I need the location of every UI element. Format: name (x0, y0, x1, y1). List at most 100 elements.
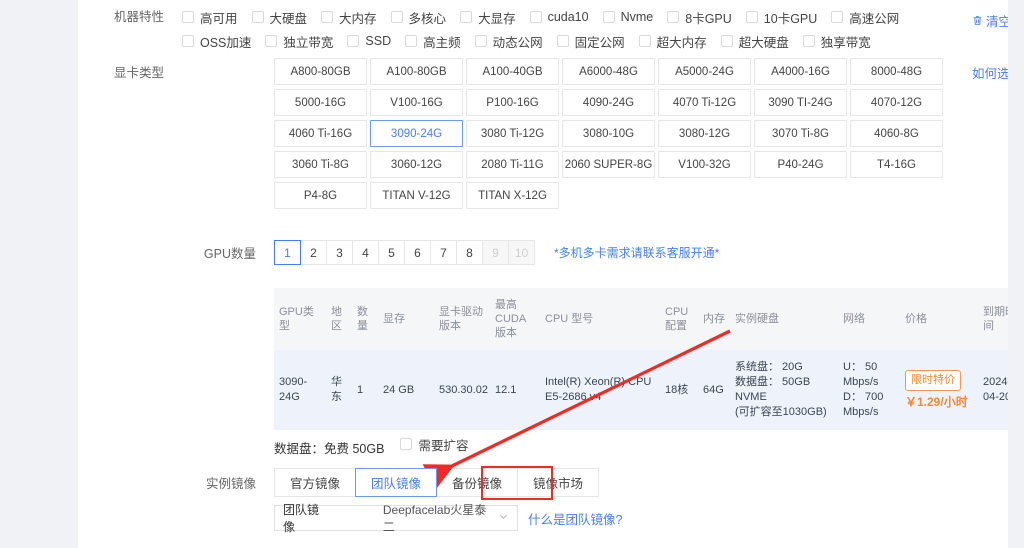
th-cpu-config: CPU配置 (660, 288, 698, 350)
checkbox-label: 高主频 (423, 35, 461, 50)
gpu-type-option[interactable]: A100-40GB (466, 58, 559, 85)
feature-checkbox-2-3[interactable]: 高主频 (405, 32, 461, 50)
feature-checkbox-2-6[interactable]: 超大内存 (638, 32, 707, 50)
gpu-type-option[interactable]: 2060 SUPER-8G (562, 151, 655, 178)
trash-icon (972, 15, 983, 26)
instance-image-tab[interactable]: 镜像市场 (517, 468, 600, 497)
gpu-count-option[interactable]: 4 (352, 240, 379, 265)
checkbox-box-icon (321, 11, 334, 23)
right-gutter (1008, 0, 1024, 548)
checkbox-box-icon (390, 11, 403, 23)
gpu-type-option[interactable]: 3090 TI-24G (754, 89, 847, 116)
th-region: 地区 (326, 288, 352, 350)
need-expand-checkbox[interactable]: 需要扩容 (400, 435, 468, 453)
gpu-type-option[interactable]: 4070 Ti-12G (658, 89, 751, 116)
checkbox-box-icon (667, 11, 680, 23)
gpu-count-option[interactable]: 8 (456, 240, 483, 265)
feature-checkbox-4[interactable]: 大显存 (460, 8, 516, 26)
feature-checkbox-7[interactable]: 8卡GPU (667, 8, 732, 26)
gpu-type-option[interactable]: P100-16G (466, 89, 559, 116)
gpu-type-option[interactable]: 2080 Ti-11G (466, 151, 559, 178)
gpu-type-option[interactable]: TITAN V-12G (370, 182, 463, 209)
chevron-down-icon (498, 511, 509, 525)
feature-checkbox-2-5[interactable]: 固定公网 (556, 32, 625, 50)
feature-checkbox-2-1[interactable]: 独立带宽 (265, 32, 333, 50)
checkbox-label: 多核心 (408, 11, 447, 26)
gpu-type-option[interactable]: P40-24G (754, 151, 847, 178)
gpu-type-option[interactable]: A100-80GB (370, 58, 463, 85)
gpu-count-option[interactable]: 3 (326, 240, 353, 265)
disk-expand-text: (可扩容至1030GB) (735, 406, 827, 418)
feature-checkbox-1[interactable]: 大硬盘 (251, 8, 307, 26)
instance-image-tab[interactable]: 备份镜像 (436, 468, 519, 497)
gpu-count-option[interactable]: 7 (430, 240, 457, 265)
gpu-type-card-grid: A800-80GB A100-80GB A100-40GB A6000-48G A500… (274, 58, 946, 213)
gpu-type-option[interactable]: 3070 Ti-8G (754, 120, 847, 147)
image-select-row: 团队镜像 Deepfacelab火星泰二 什么是团队镜像? (274, 503, 622, 534)
feature-checkbox-2-7[interactable]: 超大硬盘 (720, 32, 789, 50)
gpu-count-option[interactable]: 2 (300, 240, 327, 265)
feature-checkbox-2-0[interactable]: OSS加速 (182, 32, 251, 50)
gpu-type-option[interactable]: 8000-48G (850, 58, 943, 85)
gpu-type-option[interactable]: 4070-12G (850, 89, 943, 116)
gpu-type-option[interactable]: P4-8G (274, 182, 367, 209)
gpu-type-option[interactable]: V100-32G (658, 151, 751, 178)
feature-checkbox-9[interactable]: 高速公网 (831, 8, 899, 26)
feature-checkbox-2-8[interactable]: 独享带宽 (802, 32, 871, 50)
feature-checkbox-2-2[interactable]: SSD (347, 32, 391, 50)
gpu-count-option[interactable]: 5 (378, 240, 405, 265)
checkbox-box-icon (720, 35, 733, 47)
gpu-count-row: GPU数量 1 2 3 4 5 6 7 8 9 10 *多机多卡需求请联系客服开通* (182, 240, 719, 265)
data-disk-line: 数据盘：免费 50GB 需要扩容 (274, 435, 482, 459)
feature-checkbox-2[interactable]: 大内存 (321, 8, 377, 26)
feature-checkbox-6[interactable]: Nvme (602, 8, 654, 26)
instance-image-tab[interactable]: 团队镜像 (355, 468, 438, 497)
table-row[interactable]: 3090-24G 华东 1 24 GB 530.30.02 12.1 Intel… (274, 350, 1024, 430)
checkbox-label: 动态公网 (492, 35, 543, 50)
feature-checkbox-5[interactable]: cuda10 (529, 8, 589, 26)
clear-filters-button[interactable]: 清空 (972, 11, 1011, 30)
feature-checkbox-8[interactable]: 10卡GPU (745, 8, 817, 26)
checkbox-label: 高速公网 (849, 11, 900, 26)
gpu-type-option[interactable]: 3080-12G (658, 120, 751, 147)
gpu-count-option[interactable]: 1 (274, 240, 301, 265)
gpu-type-option[interactable]: 3080 Ti-12G (466, 120, 559, 147)
gpu-type-option[interactable]: 4060 Ti-16G (274, 120, 367, 147)
team-image-select[interactable]: 团队镜像 Deepfacelab火星泰二 (274, 503, 518, 534)
feature-checkbox-0[interactable]: 高可用 (182, 8, 238, 26)
th-cpu-model: CPU 型号 (540, 288, 660, 350)
feature-checkbox-2-4[interactable]: 动态公网 (474, 32, 543, 50)
gpu-type-option[interactable]: V100-16G (370, 89, 463, 116)
gpu-type-option[interactable]: 3060 Ti-8G (274, 151, 367, 178)
checkbox-box-icon (182, 35, 194, 47)
checkbox-label: 独享带宽 (820, 35, 871, 50)
th-cuda: 最高CUDA版本 (490, 288, 540, 350)
gpu-type-option[interactable]: 3080-10G (562, 120, 655, 147)
checkbox-box-icon (405, 35, 418, 47)
status-badge: 限时特价 (905, 370, 961, 391)
gpu-type-option[interactable]: 4090-24G (562, 89, 655, 116)
gpu-type-option[interactable]: A5000-24G (658, 58, 751, 85)
gpu-type-option[interactable]: 4060-8G (850, 120, 943, 147)
checkbox-box-icon (529, 11, 542, 23)
checkbox-box-icon (745, 11, 758, 23)
gpu-type-option[interactable]: 3060-12G (370, 151, 463, 178)
checkbox-label: Nvme (620, 10, 654, 24)
gpu-type-row-2: 4060 Ti-16G 3090-24G 3080 Ti-12G 3080-10G 30… (274, 120, 946, 147)
gpu-type-option[interactable]: 3090-24G (370, 120, 463, 147)
gpu-type-option[interactable]: TITAN X-12G (466, 182, 559, 209)
gpu-count-group: 1 2 3 4 5 6 7 8 9 10 (274, 240, 535, 265)
cell-network: U： 50 Mbps/s D： 700 Mbps/s (838, 350, 900, 430)
what-is-team-image-link[interactable]: 什么是团队镜像? (528, 509, 622, 528)
instance-image-tab[interactable]: 官方镜像 (274, 468, 357, 497)
checkbox-label: 高可用 (200, 11, 238, 26)
gpu-type-option[interactable]: A6000-48G (562, 58, 655, 85)
price-value: ￥1.29/小时 (905, 395, 968, 409)
gpu-type-option[interactable]: 5000-16G (274, 89, 367, 116)
network-upload-text: U： 50 Mbps/s (843, 361, 879, 388)
gpu-type-option[interactable]: T4-16G (850, 151, 943, 178)
gpu-type-option[interactable]: A800-80GB (274, 58, 367, 85)
gpu-count-option[interactable]: 6 (404, 240, 431, 265)
feature-checkbox-3[interactable]: 多核心 (390, 8, 447, 26)
gpu-type-option[interactable]: A4000-16G (754, 58, 847, 85)
